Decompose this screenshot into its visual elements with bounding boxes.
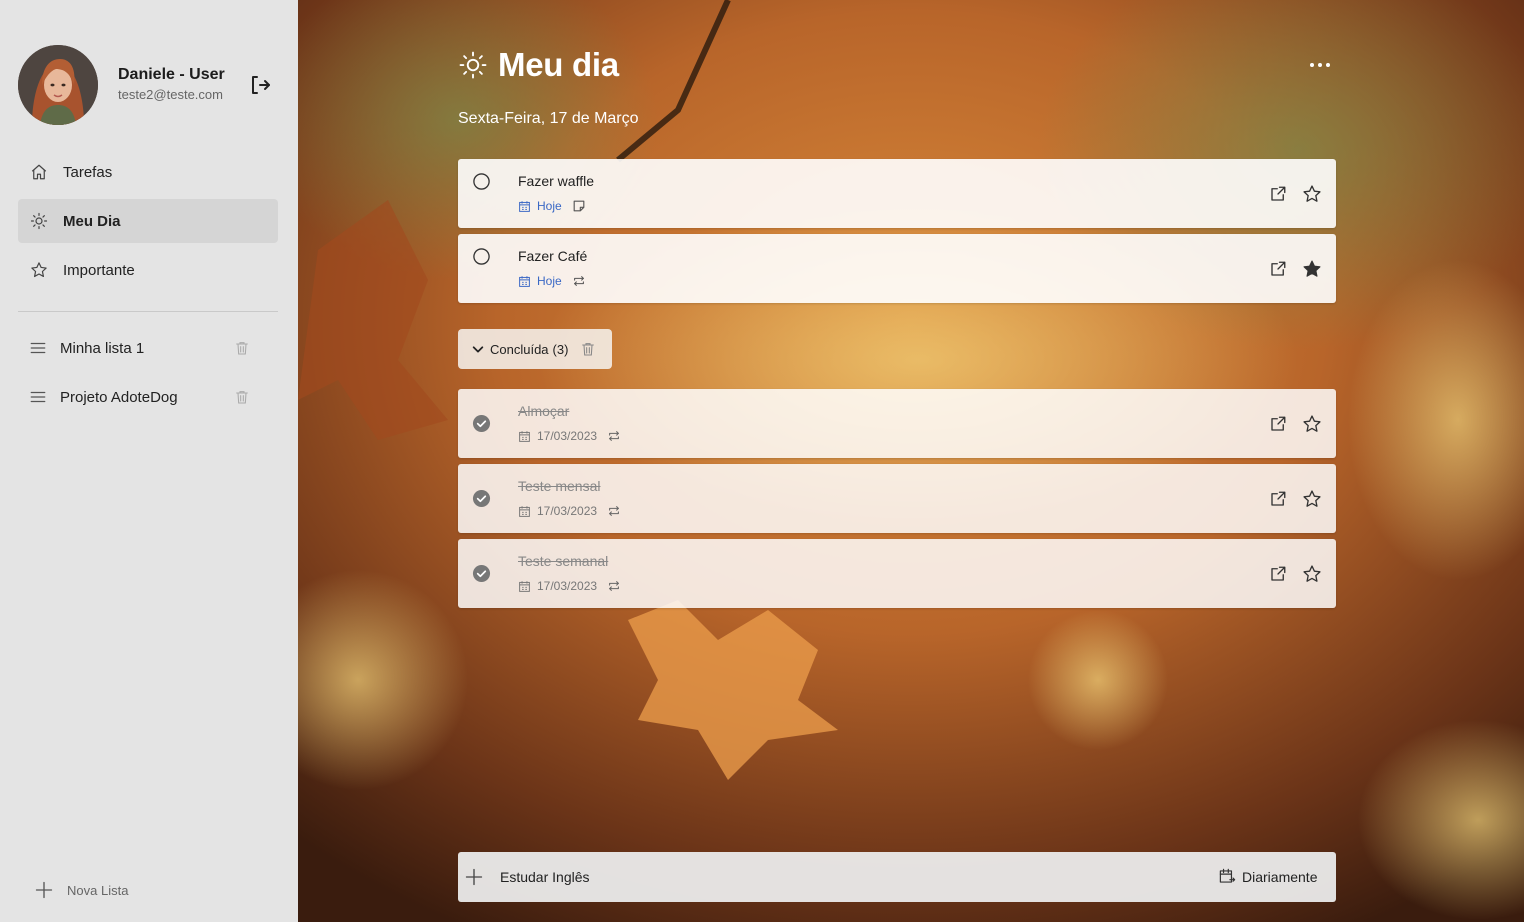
- divider: [18, 311, 278, 312]
- task-title: Fazer waffle: [518, 173, 594, 189]
- nav-label: Importante: [63, 261, 135, 279]
- repeat-label: Diariamente: [1242, 868, 1318, 885]
- star-filled-icon[interactable]: [1302, 259, 1322, 279]
- task-title: Teste semanal: [518, 553, 609, 569]
- star-icon[interactable]: [1302, 184, 1322, 204]
- completed-label: Concluída: [490, 341, 549, 357]
- calendar-repeat-icon: [1218, 867, 1237, 886]
- star-icon[interactable]: [1302, 564, 1322, 584]
- task-meta: Hoje: [518, 199, 586, 213]
- user-name: Daniele - User: [118, 66, 225, 83]
- note-icon: [572, 199, 586, 213]
- task-meta: Hoje: [518, 274, 586, 288]
- open-task-icon[interactable]: [1269, 260, 1287, 278]
- calendar-icon: [518, 430, 531, 443]
- nav-item-meu-dia[interactable]: Meu Dia: [18, 199, 278, 243]
- trash-icon[interactable]: [234, 340, 250, 356]
- add-task-input[interactable]: [500, 852, 1150, 902]
- nav-label: Meu Dia: [63, 212, 121, 230]
- nav-label: Tarefas: [63, 163, 113, 181]
- task-meta: 17/03/2023: [518, 504, 621, 518]
- completed-count: (3): [552, 341, 569, 357]
- task-title: Teste mensal: [518, 478, 601, 494]
- logout-icon[interactable]: [248, 73, 272, 97]
- task-due: 17/03/2023: [537, 579, 598, 593]
- checkbox-icon[interactable]: [472, 172, 491, 191]
- page-header: Meu dia: [458, 46, 619, 84]
- completed-task-card[interactable]: Almoçar 17/03/2023: [458, 389, 1336, 458]
- main-panel: Meu dia Sexta-Feira, 17 de Março Fazer w…: [298, 0, 1524, 922]
- sun-icon: [458, 50, 488, 80]
- task-title: Fazer Café: [518, 248, 588, 264]
- calendar-icon: [518, 200, 531, 213]
- avatar: [18, 45, 98, 125]
- task-title: Almoçar: [518, 403, 570, 419]
- open-task-icon[interactable]: [1269, 415, 1287, 433]
- add-task-bar: Diariamente: [458, 852, 1336, 902]
- checked-circle-icon[interactable]: [472, 414, 491, 433]
- task-due: Hoje: [537, 274, 562, 288]
- user-email: teste2@teste.com: [118, 87, 223, 102]
- task-due: 17/03/2023: [537, 504, 598, 518]
- list-icon: [28, 338, 48, 358]
- list-label: Minha lista 1: [60, 339, 145, 357]
- list-label: Projeto AdoteDog: [60, 388, 178, 406]
- autumn-leaves-background: [298, 0, 1524, 922]
- checkbox-icon[interactable]: [472, 247, 491, 266]
- trash-icon[interactable]: [234, 389, 250, 405]
- star-icon[interactable]: [1302, 489, 1322, 509]
- open-task-icon[interactable]: [1269, 185, 1287, 203]
- trash-icon[interactable]: [580, 340, 596, 358]
- list-item-projeto-adotedog[interactable]: Projeto AdoteDog: [18, 375, 278, 419]
- checked-circle-icon[interactable]: [472, 564, 491, 583]
- nav-item-tarefas[interactable]: Tarefas: [18, 150, 278, 194]
- calendar-icon: [518, 580, 531, 593]
- plus-icon[interactable]: [464, 867, 484, 887]
- task-meta: 17/03/2023: [518, 429, 621, 443]
- repeat-dropdown[interactable]: Diariamente: [1218, 867, 1317, 886]
- home-icon: [29, 162, 49, 182]
- page-date: Sexta-Feira, 17 de Março: [458, 110, 639, 127]
- repeat-icon: [607, 429, 621, 443]
- user-profile: Daniele - User teste2@teste.com: [18, 45, 280, 125]
- star-icon: [29, 260, 49, 280]
- chevron-down-icon: [471, 342, 485, 356]
- calendar-icon: [518, 505, 531, 518]
- task-due: Hoje: [537, 199, 562, 213]
- more-options-icon[interactable]: [1306, 55, 1334, 75]
- completed-task-card[interactable]: Teste semanal 17/03/2023: [458, 539, 1336, 608]
- task-card[interactable]: Fazer Café Hoje: [458, 234, 1336, 303]
- repeat-icon: [572, 274, 586, 288]
- list-icon: [28, 387, 48, 407]
- nav-item-importante[interactable]: Importante: [18, 248, 278, 292]
- sun-icon: [29, 211, 49, 231]
- completed-toggle[interactable]: Concluída (3): [458, 329, 612, 369]
- completed-task-card[interactable]: Teste mensal 17/03/2023: [458, 464, 1336, 533]
- plus-icon: [34, 880, 54, 900]
- list-item-minha-lista-1[interactable]: Minha lista 1: [18, 326, 278, 370]
- task-due: 17/03/2023: [537, 429, 598, 443]
- page-title: Meu dia: [498, 46, 619, 83]
- new-list-label: Nova Lista: [67, 882, 129, 898]
- repeat-icon: [607, 504, 621, 518]
- task-meta: 17/03/2023: [518, 579, 621, 593]
- open-task-icon[interactable]: [1269, 565, 1287, 583]
- sidebar: Daniele - User teste2@teste.com Tarefas …: [0, 0, 298, 922]
- new-list-button[interactable]: Nova Lista: [34, 880, 128, 900]
- star-icon[interactable]: [1302, 414, 1322, 434]
- task-card[interactable]: Fazer waffle Hoje: [458, 159, 1336, 228]
- calendar-icon: [518, 275, 531, 288]
- checked-circle-icon[interactable]: [472, 489, 491, 508]
- repeat-icon: [607, 579, 621, 593]
- open-task-icon[interactable]: [1269, 490, 1287, 508]
